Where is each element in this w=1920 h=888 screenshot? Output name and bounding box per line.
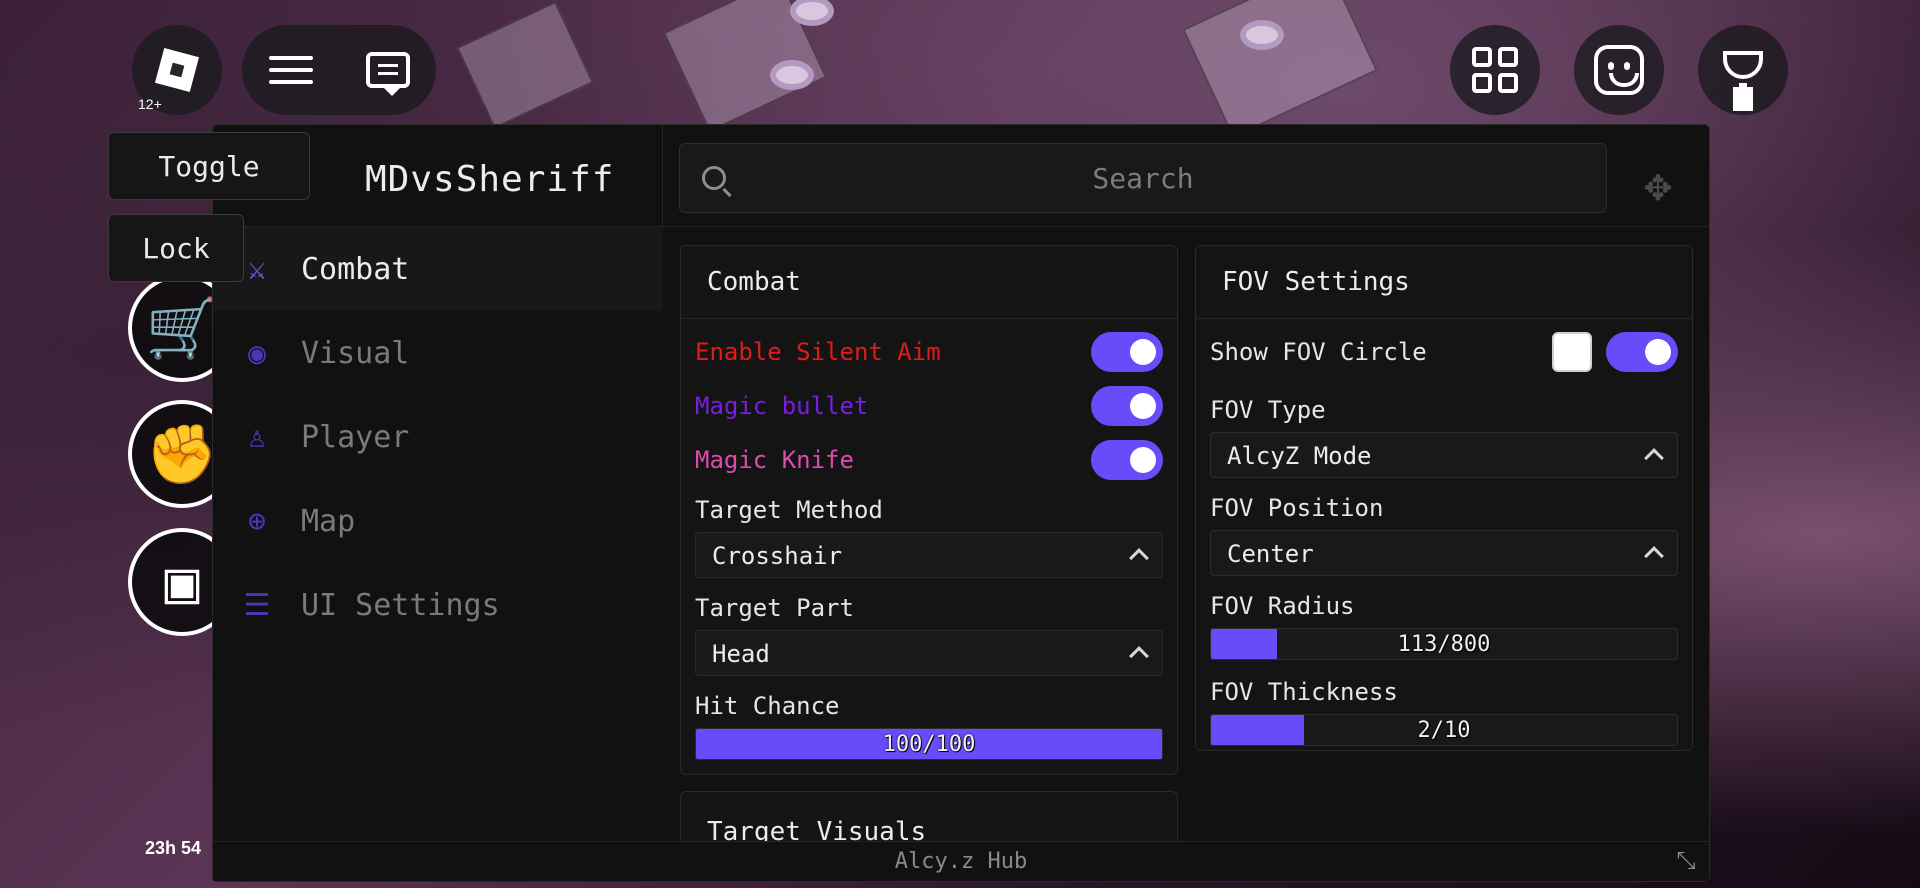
event-timer: 23h 54 (145, 838, 202, 858)
fov-type-value: AlcyZ Mode (1227, 442, 1372, 470)
resize-icon[interactable]: ⤡ (1673, 847, 1699, 873)
search-box[interactable] (679, 143, 1607, 213)
fov-radius-value: 113/800 (1397, 632, 1491, 657)
show-fov-circle-label: Show FOV Circle (1210, 338, 1427, 366)
magic-knife-row: Magic Knife (695, 440, 1163, 480)
background-ring (790, 0, 834, 26)
target-visuals-section: Target Visuals (680, 791, 1178, 843)
sidebar-item-label: UI Settings (301, 587, 500, 623)
section-divider (1196, 318, 1692, 319)
background-ring (1240, 20, 1284, 50)
background-tile (456, 0, 594, 130)
hit-chance-value: 100/100 (882, 732, 976, 757)
lock-button-label: Lock (142, 231, 210, 265)
roblox-toolbar-pill (242, 25, 436, 115)
sidebar-item-label: Map (301, 503, 356, 539)
show-fov-circle-row: Show FOV Circle (1210, 332, 1678, 372)
section-divider (681, 318, 1177, 319)
sidebar: ⚔ Combat ◉ Visual ♙ Player ⊕ Map ☰ UI Se… (213, 227, 663, 847)
user-icon: ♙ (247, 419, 267, 455)
emotes-button[interactable] (1574, 25, 1664, 115)
silent-aim-toggle[interactable] (1091, 332, 1163, 372)
sidebar-item-label: Visual (301, 335, 410, 371)
chevron-up-icon (1644, 546, 1664, 566)
menu-icon: ☰ (243, 587, 271, 623)
fov-radius-label: FOV Radius (1210, 592, 1355, 620)
hamburger-menu-icon[interactable] (268, 56, 313, 84)
header-divider (662, 125, 663, 227)
search-input[interactable] (680, 161, 1606, 195)
background-ring (770, 60, 814, 90)
section-title: Target Visuals (707, 817, 927, 843)
show-fov-circle-toggle[interactable] (1606, 332, 1678, 372)
crate-icon: ▣ (164, 548, 200, 616)
magic-bullet-row: Magic bullet (695, 386, 1163, 426)
sword-icon: ⚔ (247, 251, 267, 287)
background-tile (1182, 0, 1378, 139)
sidebar-item-combat[interactable]: ⚔ Combat (213, 227, 663, 311)
target-part-dropdown[interactable]: Head (695, 630, 1163, 676)
fov-color-swatch[interactable] (1552, 332, 1592, 372)
hit-chance-slider[interactable]: 100/100 (695, 728, 1163, 760)
cart-icon: 🛒 (145, 293, 219, 362)
fov-thickness-label: FOV Thickness (1210, 678, 1398, 706)
move-drag-icon[interactable]: ✥ (1633, 159, 1683, 209)
lock-button[interactable]: Lock (108, 214, 244, 282)
fov-type-label: FOV Type (1210, 396, 1326, 424)
hit-chance-label: Hit Chance (695, 692, 840, 720)
toggle-button[interactable]: Toggle (108, 132, 310, 200)
section-title: FOV Settings (1222, 267, 1410, 297)
fov-thickness-value: 2/10 (1417, 718, 1471, 743)
fov-position-label: FOV Position (1210, 494, 1384, 522)
roblox-logo-icon (154, 47, 200, 93)
smiley-face-icon (1594, 45, 1644, 95)
fov-radius-slider[interactable]: 113/800 (1210, 628, 1678, 660)
silent-aim-label: Enable Silent Aim (695, 338, 941, 366)
target-method-value: Crosshair (712, 542, 843, 570)
search-icon (702, 166, 726, 190)
magic-bullet-toggle[interactable] (1091, 386, 1163, 426)
chat-icon[interactable] (365, 52, 410, 96)
leaderboard-button[interactable] (1698, 25, 1788, 115)
inventory-button[interactable] (1450, 25, 1540, 115)
eye-icon: ◉ (247, 335, 267, 371)
fov-thickness-slider[interactable]: 2/10 (1210, 714, 1678, 746)
sidebar-item-player[interactable]: ♙ Player (213, 395, 663, 479)
window-title: MDvsSheriff (365, 159, 615, 200)
magic-knife-label: Magic Knife (695, 446, 854, 474)
age-rating: 12+ (138, 96, 162, 112)
target-method-dropdown[interactable]: Crosshair (695, 532, 1163, 578)
hub-window: MDvsSheriff ✥ ⚔ Combat ◉ Visual ♙ Player… (212, 124, 1710, 882)
footer-title: Alcy.z Hub (894, 849, 1028, 874)
sidebar-item-visual[interactable]: ◉ Visual (213, 311, 663, 395)
sidebar-item-label: Player (301, 419, 410, 455)
chevron-up-icon (1644, 448, 1664, 468)
target-part-label: Target Part (695, 594, 854, 622)
target-part-value: Head (712, 640, 770, 668)
fov-type-dropdown[interactable]: AlcyZ Mode (1210, 432, 1678, 478)
target-method-label: Target Method (695, 496, 883, 524)
fov-position-dropdown[interactable]: Center (1210, 530, 1678, 576)
toggle-button-label: Toggle (158, 149, 260, 183)
trophy-icon (1723, 51, 1763, 95)
silent-aim-row: Enable Silent Aim (695, 332, 1163, 372)
window-header: MDvsSheriff ✥ (213, 125, 1709, 227)
fov-position-value: Center (1227, 540, 1314, 568)
globe-icon: ⊕ (247, 503, 267, 539)
chevron-up-icon (1129, 548, 1149, 568)
avatar-badge-icon (136, 760, 196, 820)
window-footer: Alcy.z Hub ⤡ (213, 841, 1709, 881)
magic-bullet-label: Magic bullet (695, 392, 869, 420)
sidebar-item-ui-settings[interactable]: ☰ UI Settings (213, 563, 663, 647)
sidebar-item-map[interactable]: ⊕ Map (213, 479, 663, 563)
magic-knife-toggle[interactable] (1091, 440, 1163, 480)
fov-settings-section: FOV Settings Show FOV Circle FOV Type Al… (1195, 245, 1693, 751)
fist-icon: ✊ (145, 419, 219, 488)
sidebar-item-label: Combat (301, 251, 410, 287)
chevron-up-icon (1129, 646, 1149, 666)
grid-icon (1472, 47, 1518, 93)
combat-section: Combat Enable Silent Aim Magic bullet Ma… (680, 245, 1178, 775)
section-title: Combat (707, 267, 801, 297)
